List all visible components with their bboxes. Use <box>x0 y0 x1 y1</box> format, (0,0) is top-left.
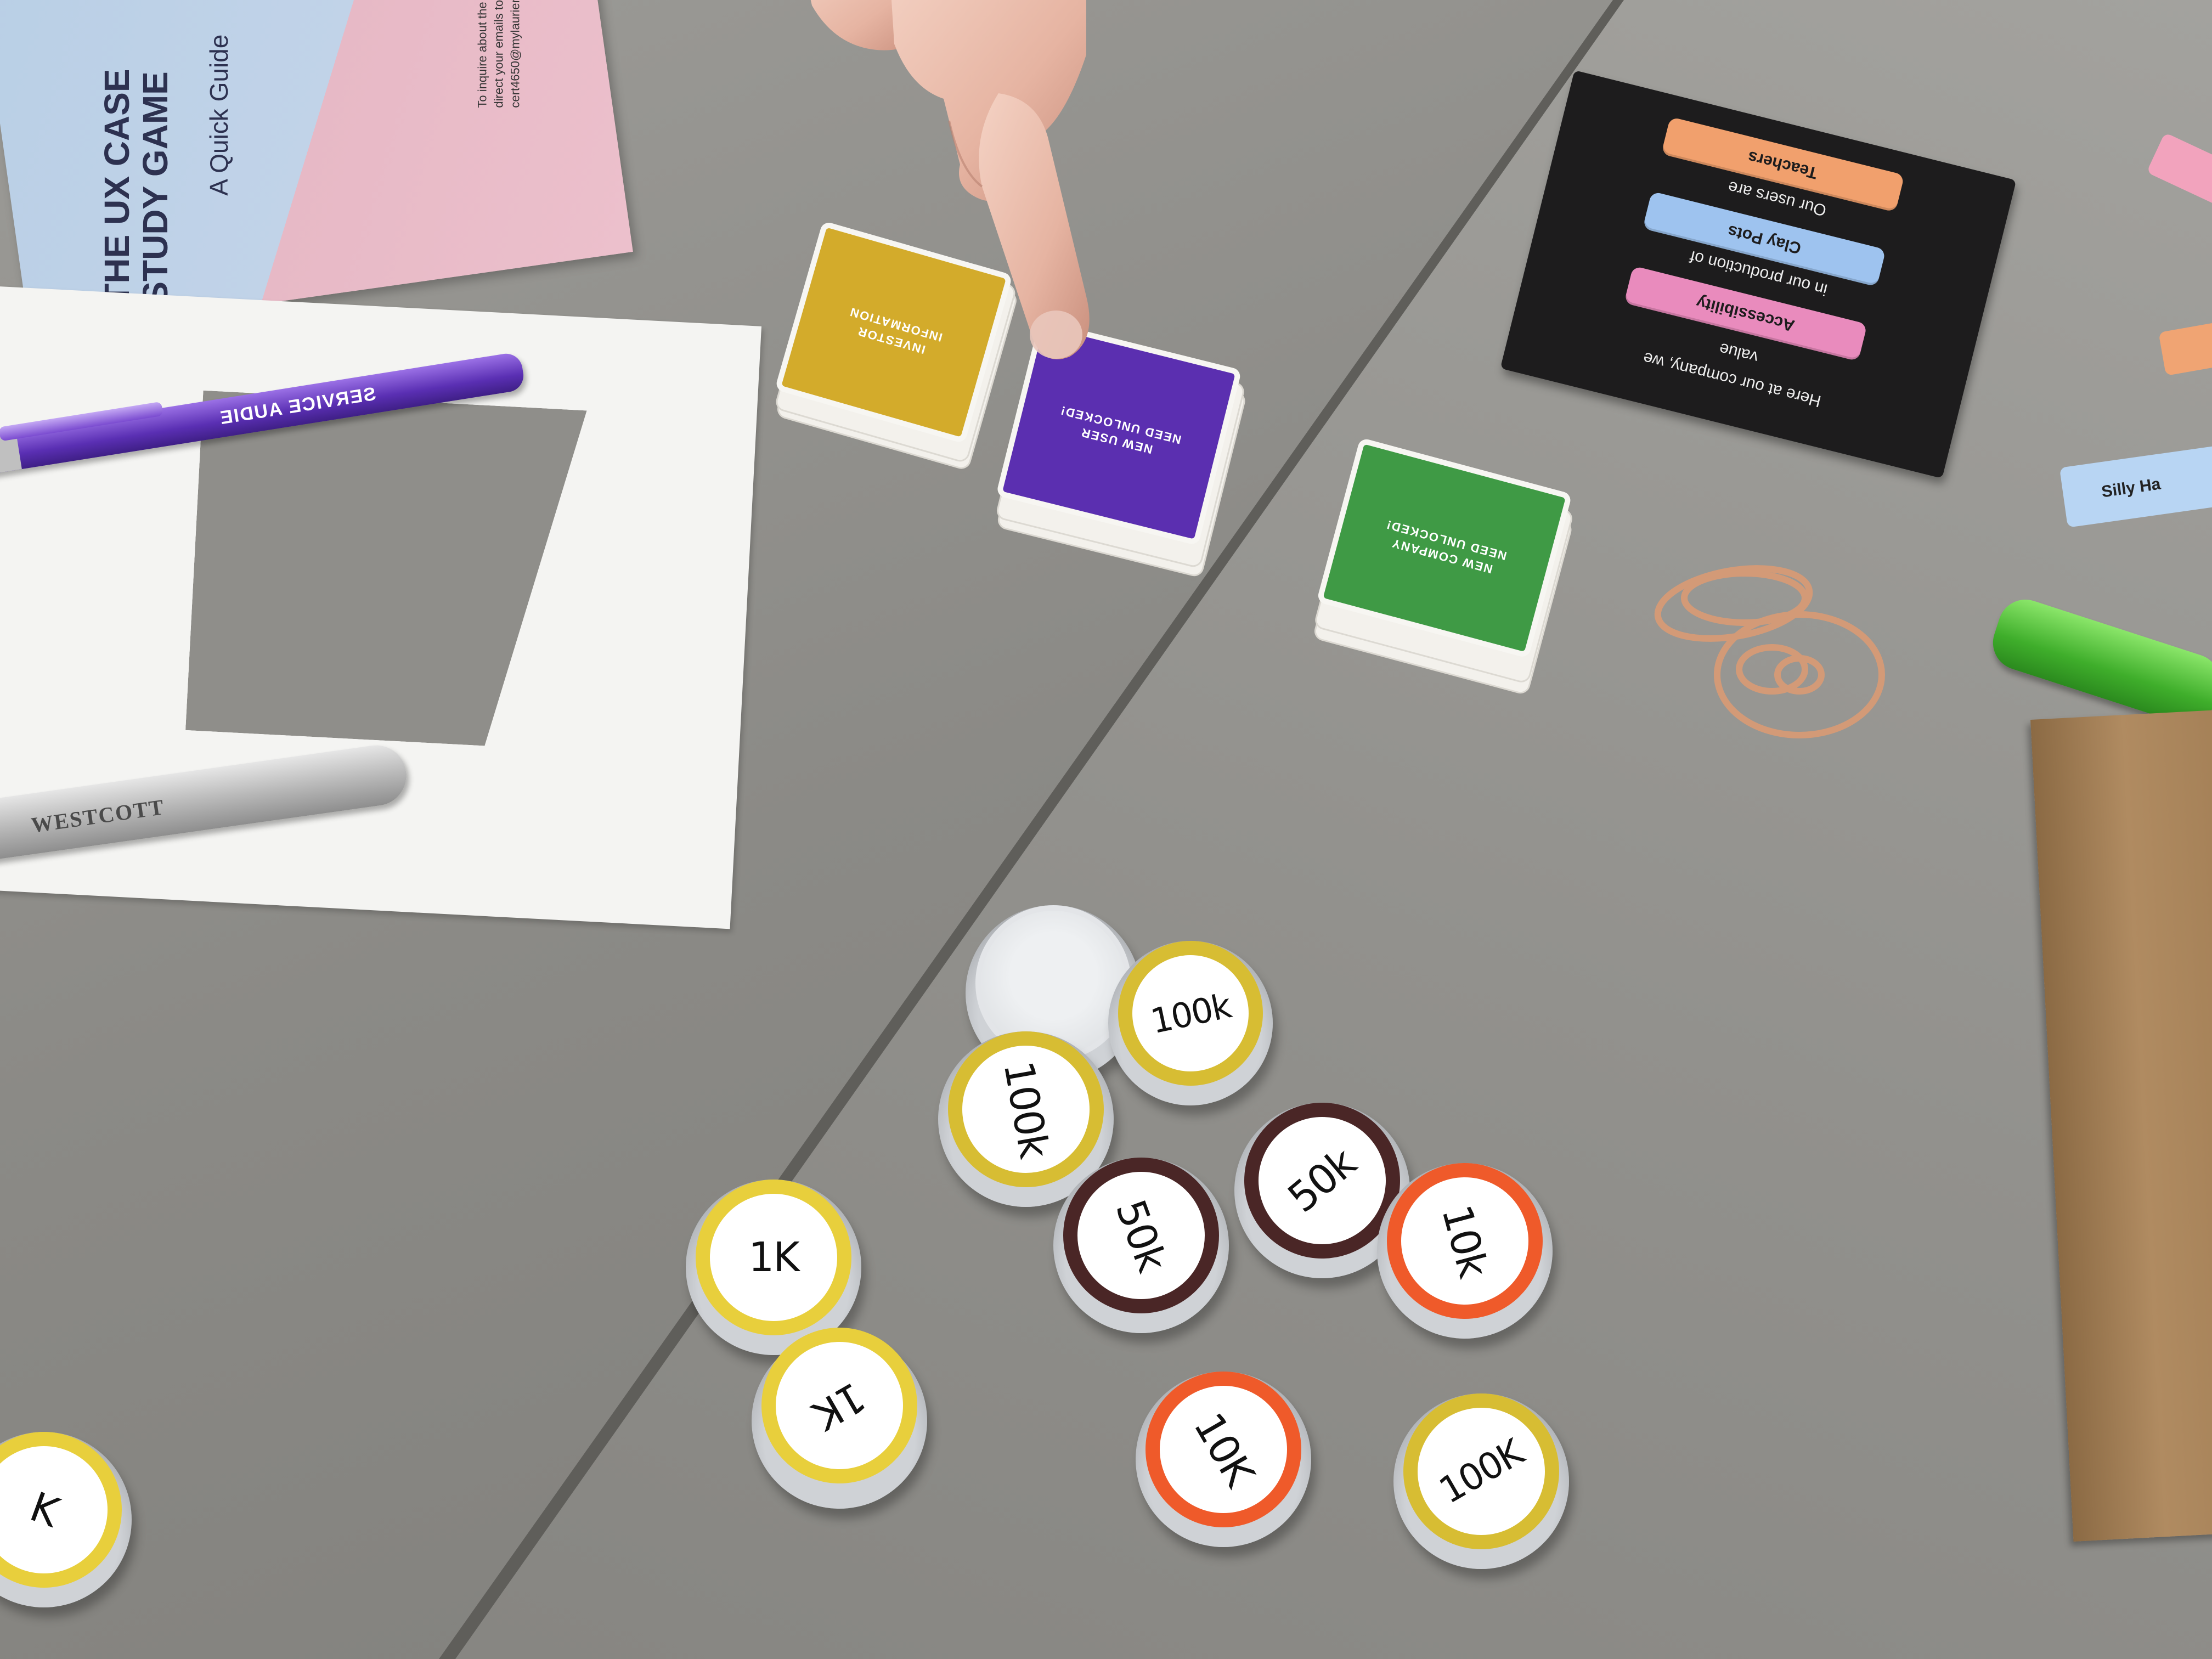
rubber-bands <box>1654 565 1885 738</box>
coin-face: 50k <box>1244 1103 1400 1259</box>
coin-face: K <box>0 1432 122 1588</box>
value-pill-label: Accessibility <box>1694 292 1797 335</box>
coin-face: 10k <box>1387 1163 1543 1319</box>
users-pill-label: Teachers <box>1746 147 1820 183</box>
coin-face: 50k <box>1063 1158 1219 1313</box>
coin-100k: 100K <box>1393 1393 1569 1569</box>
booklet-title: THE UX CASE STUDY GAME <box>97 69 175 305</box>
pointing-hand <box>810 0 1090 359</box>
coin-100k: 100k <box>1108 941 1273 1105</box>
booklet-contact-text: To inquire about the game, you can direc… <box>475 0 522 108</box>
coin-10k: 10K <box>1136 1372 1311 1547</box>
coin-50k: 50k <box>1053 1158 1229 1333</box>
coin-face: 10K <box>1146 1372 1301 1527</box>
coin-face: 1K <box>696 1180 851 1335</box>
coin-1k: 1K <box>752 1328 927 1509</box>
coin-face: 100k <box>948 1031 1104 1187</box>
coin-face: 1K <box>761 1328 917 1483</box>
new-company-card-text: NEW COMPANY NEED UNLOCKED! <box>1384 517 1509 577</box>
coin-face: 100k <box>1118 941 1263 1086</box>
paper-cutout-hole <box>185 391 586 751</box>
blue-tag-label: Silly Ha <box>2100 475 2162 501</box>
coin-face: 100K <box>1403 1393 1559 1549</box>
coin-10k: 10k <box>1377 1163 1553 1339</box>
scissors-brand: WESTCOTT <box>29 794 166 838</box>
booklet-subtitle: A Quick Guide <box>205 34 234 196</box>
photo-scene: THE UX CASE STUDY GAME A Quick Guide To … <box>0 0 2212 1659</box>
product-pill-label: Clay Pots <box>1725 221 1803 257</box>
